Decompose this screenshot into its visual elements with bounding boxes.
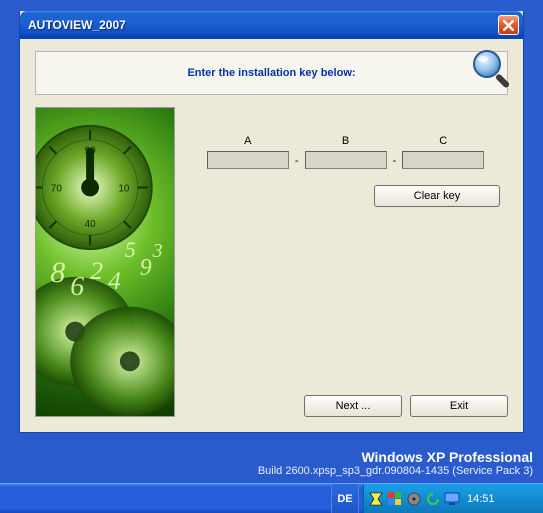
tray-monitor-icon[interactable] [444,491,460,507]
installer-window: AUTOVIEW_2007 Enter the installation key… [19,11,524,433]
magnifier-icon [469,46,513,90]
key-input-a[interactable] [207,151,289,169]
svg-text:2: 2 [90,256,103,285]
key-input-c[interactable] [402,151,484,169]
bottom-buttons: Next ... Exit [304,395,508,417]
svg-text:8: 8 [50,256,65,289]
svg-text:5: 5 [125,238,136,262]
branding-line1: Windows XP Professional [258,449,533,465]
svg-text:9: 9 [140,255,152,281]
svg-text:6: 6 [70,271,84,302]
svg-text:70: 70 [51,183,63,194]
window-title: AUTOVIEW_2007 [28,18,126,32]
taskbar[interactable]: DE 14:51 [0,483,543,513]
tray-refresh-icon[interactable] [425,491,441,507]
svg-text:10: 10 [118,183,130,194]
close-button[interactable] [498,15,519,35]
key-label-c: C [439,135,447,147]
body-area: 90 10 70 40 [35,107,508,417]
right-pane: A - B - C Clear [183,107,508,417]
svg-text:4: 4 [108,266,121,295]
side-image: 90 10 70 40 [35,107,175,417]
tray-app-icon[interactable] [368,491,384,507]
key-col-a: A [207,135,289,169]
svg-text:40: 40 [85,219,97,230]
desktop: AUTOVIEW_2007 Enter the installation key… [0,0,543,513]
key-label-b: B [342,135,349,147]
close-icon [503,20,514,31]
prompt-strip: Enter the installation key below: [35,51,508,95]
key-col-c: C [402,135,484,169]
next-button[interactable]: Next ... [304,395,402,417]
titlebar[interactable]: AUTOVIEW_2007 [20,11,523,39]
desktop-branding: Windows XP Professional Build 2600.xpsp_… [258,449,533,477]
language-indicator[interactable]: DE [331,484,359,513]
prompt-text: Enter the installation key below: [187,67,355,79]
window-client: Enter the installation key below: [23,39,520,429]
key-input-b[interactable] [305,151,387,169]
system-tray[interactable]: 14:51 [363,484,543,513]
key-col-b: B [305,135,387,169]
branding-line2: Build 2600.xpsp_sp3_gdr.090804-1435 (Ser… [258,465,533,477]
tray-flag-icon[interactable] [387,491,403,507]
exit-button[interactable]: Exit [410,395,508,417]
taskbar-clock[interactable]: 14:51 [467,493,495,505]
clear-key-button[interactable]: Clear key [374,185,500,207]
key-row: A - B - C [183,135,508,169]
tray-disk-icon[interactable] [406,491,422,507]
key-label-a: A [244,135,251,147]
separator: - [295,155,299,169]
separator: - [393,155,397,169]
svg-text:3: 3 [152,240,163,262]
